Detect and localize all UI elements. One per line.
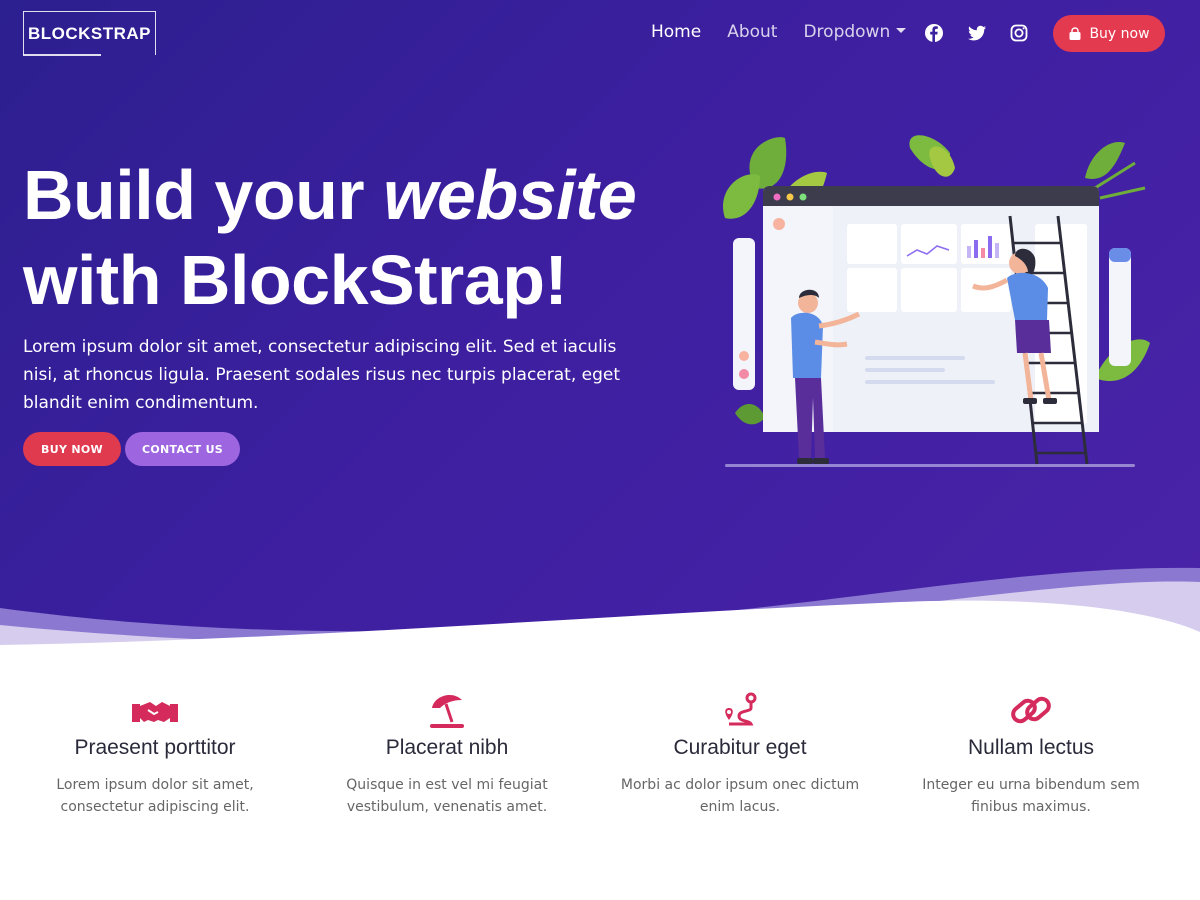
twitter-icon[interactable]	[967, 23, 987, 43]
brand-underline	[23, 54, 101, 56]
buy-now-nav-label: Buy now	[1089, 25, 1150, 42]
hero-lead: Lorem ipsum dolor sit amet, consectetur …	[23, 337, 621, 413]
feature-card: Praesent porttitor Lorem ipsum dolor sit…	[25, 690, 285, 818]
hero-title-line2: with BlockStrap!	[23, 241, 568, 319]
feature-text: Morbi ac dolor ipsum onec dictum enim la…	[620, 777, 860, 815]
feature-text: Lorem ipsum dolor sit amet, consectetur …	[56, 777, 254, 815]
wave-divider	[0, 567, 1200, 650]
shopping-bag-icon	[1069, 26, 1081, 40]
buy-now-nav-button[interactable]: Buy now	[1053, 15, 1165, 52]
nav-link-about[interactable]: About	[727, 22, 777, 42]
feature-card: Curabitur eget Morbi ac dolor ipsum onec…	[610, 690, 870, 818]
feature-card: Nullam lectus Integer eu urna bibendum s…	[901, 690, 1161, 818]
feature-title: Placerat nibh	[385, 736, 509, 759]
hero-title-part1: Build your	[23, 156, 384, 234]
buy-now-button[interactable]: BUY NOW	[23, 432, 121, 466]
nav-link-dropdown-label: Dropdown	[803, 22, 891, 42]
hero-title: Build your website with BlockStrap!	[23, 153, 673, 323]
route-icon	[725, 692, 757, 726]
feature-card: Placerat nibh Quisque in est vel mi feug…	[317, 690, 577, 818]
feature-text: Integer eu urna bibendum sem finibus max…	[922, 777, 1140, 815]
feature-title: Curabitur eget	[673, 736, 807, 759]
hero-illustration	[723, 135, 1150, 467]
link-icon	[1011, 696, 1051, 724]
brand-logo[interactable]: BLOCKSTRAP	[23, 11, 156, 55]
hero-title-emphasis: website	[383, 156, 637, 234]
navbar: BLOCKSTRAP Home About Dropdown Buy now	[0, 0, 1200, 66]
feature-title: Praesent porttitor	[74, 736, 236, 759]
beach-umbrella-icon	[430, 694, 464, 728]
feature-title: Nullam lectus	[967, 736, 1095, 759]
contact-us-button[interactable]: CONTACT US	[125, 432, 240, 466]
handshake-icon	[132, 702, 178, 722]
facebook-icon[interactable]	[924, 23, 944, 43]
nav-link-dropdown[interactable]: Dropdown	[803, 22, 907, 42]
hero-section: BLOCKSTRAP Home About Dropdown Buy now B…	[0, 0, 1200, 650]
nav-links: Home About Dropdown	[651, 22, 932, 42]
caret-down-icon	[896, 27, 907, 33]
instagram-icon[interactable]	[1009, 23, 1029, 43]
nav-link-home[interactable]: Home	[651, 22, 701, 42]
feature-text: Quisque in est vel mi feugiat vestibulum…	[346, 777, 548, 815]
